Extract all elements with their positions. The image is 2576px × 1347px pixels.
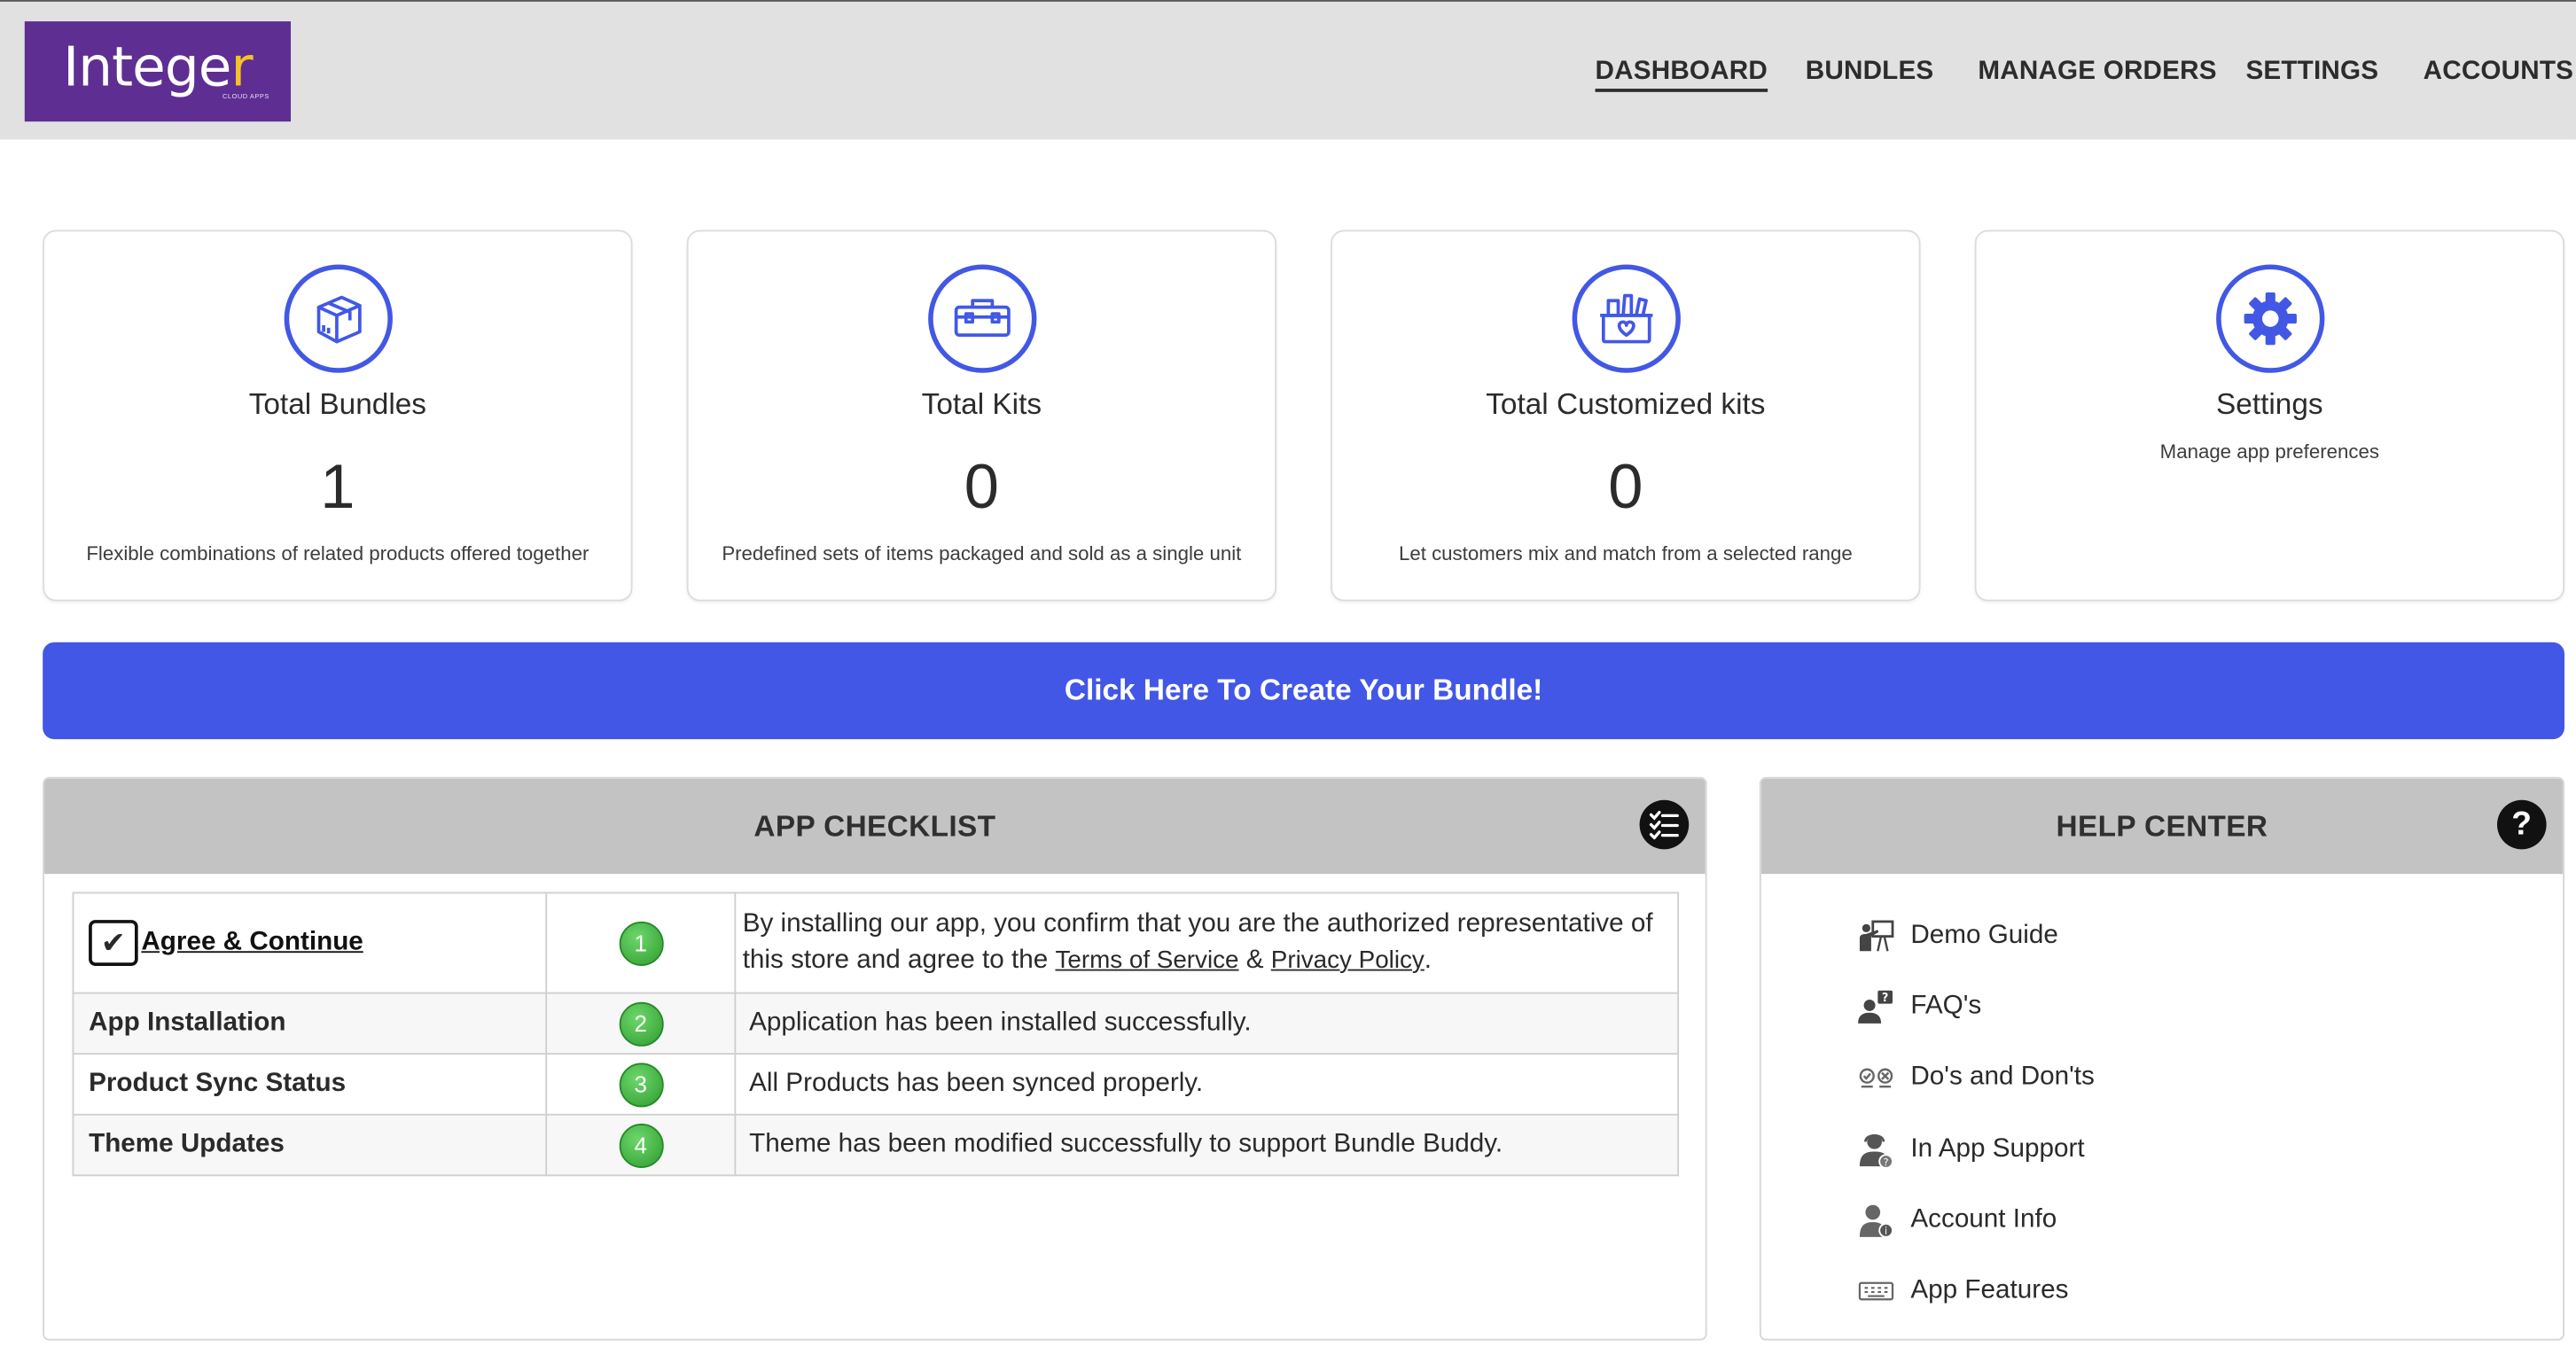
card-title: Total Kits (921, 387, 1042, 421)
agree-text: By installing our app, you confirm that … (734, 892, 1680, 994)
help-item-dos-and-donts[interactable]: Do's and Don'ts (1856, 1042, 2095, 1113)
help-item-label: Do's and Don'ts (1910, 1063, 2095, 1092)
help-item-app-features[interactable]: App Features (1856, 1256, 2095, 1327)
nav-settings[interactable]: SETTINGS (2245, 58, 2378, 87)
card-value: 1 (320, 453, 355, 523)
help-item-label: Account Info (1910, 1205, 2057, 1234)
row-status: Application has been installed successfu… (734, 992, 1680, 1055)
main-nav: DASHBOARD BUNDLES MANAGE ORDERS SETTINGS… (0, 58, 2576, 94)
step-badge: 1 (618, 920, 663, 966)
card-description: Let customers mix and match from a selec… (1398, 541, 1853, 565)
row-label: Product Sync Status (72, 1053, 548, 1116)
checklist-table: ✔ Agree & Continue 1 By installing our ap… (72, 892, 1680, 1177)
nav-manage-orders[interactable]: MANAGE ORDERS (1978, 58, 2216, 87)
step-badge: 3 (618, 1062, 663, 1107)
help-item-in-app-support[interactable]: ? In App Support (1856, 1114, 2095, 1185)
nav-accounts[interactable]: ACCOUNTS (2424, 58, 2574, 87)
faq-person-icon: ? (1856, 987, 1895, 1026)
svg-text:i: i (1885, 1226, 1887, 1237)
help-center-list: Demo Guide ? FAQ's Do's and Don'ts ? In … (1856, 900, 2095, 1328)
card-title: Settings (2216, 387, 2323, 421)
agree-checkbox[interactable]: ✔ (89, 920, 138, 966)
agree-continue-link[interactable]: Agree & Continue (141, 928, 363, 956)
top-navigation-bar: Integer CLOUD APPS DASHBOARD BUNDLES MAN… (0, 0, 2576, 140)
table-row: Theme Updates 4 Theme has been modified … (72, 1113, 1680, 1177)
row-label: Theme Updates (72, 1113, 548, 1177)
help-item-label: App Features (1910, 1276, 2069, 1305)
card-settings[interactable]: Settings Manage app preferences (1974, 230, 2565, 602)
app-checklist-header: APP CHECKLIST (44, 778, 1706, 875)
gear-icon (2215, 264, 2324, 373)
card-title: Total Bundles (248, 387, 426, 421)
card-value: 0 (964, 453, 999, 523)
table-row: ✔ Agree & Continue 1 By installing our ap… (72, 892, 1680, 994)
panel-title: APP CHECKLIST (753, 808, 996, 843)
card-description: Predefined sets of items packaged and so… (722, 541, 1242, 565)
question-icon[interactable]: ? (2497, 799, 2547, 850)
row-status: Theme has been modified successfully to … (734, 1113, 1680, 1177)
nav-bundles[interactable]: BUNDLES (1806, 58, 1934, 87)
help-item-faqs[interactable]: ? FAQ's (1856, 971, 2095, 1042)
svg-text:?: ? (1884, 1156, 1889, 1168)
card-total-kits[interactable]: Total Kits 0 Predefined sets of items pa… (686, 230, 1277, 602)
app-checklist-panel: APP CHECKLIST ✔ Agree & Continue 1 By in… (43, 776, 1707, 1341)
box-icon (283, 264, 393, 373)
agree-cell: ✔ Agree & Continue (72, 892, 548, 994)
toolbox-icon (927, 264, 1036, 373)
table-row: Product Sync Status 3 All Products has b… (72, 1053, 1680, 1116)
card-description: Flexible combinations of related product… (86, 541, 589, 565)
account-info-icon: i (1856, 1201, 1895, 1240)
create-bundle-button[interactable]: Click Here To Create Your Bundle! (43, 642, 2565, 740)
svg-text:?: ? (1882, 992, 1889, 1005)
help-item-label: Demo Guide (1910, 921, 2058, 949)
support-agent-icon: ? (1856, 1129, 1895, 1169)
card-subtitle: Manage app preferences (2159, 440, 2379, 463)
row-status: All Products has been synced properly. (734, 1053, 1680, 1116)
features-keyboard-icon (1856, 1272, 1895, 1311)
nav-dashboard[interactable]: DASHBOARD (1595, 58, 1768, 92)
dos-donts-icon (1856, 1058, 1895, 1097)
help-item-label: In App Support (1910, 1134, 2085, 1163)
help-item-demo-guide[interactable]: Demo Guide (1856, 900, 2095, 971)
card-value: 0 (1608, 453, 1643, 523)
privacy-policy-link[interactable]: Privacy Policy (1271, 946, 1425, 975)
card-total-customized-kits[interactable]: Total Customized kits 0 Let customers mi… (1331, 230, 1921, 602)
terms-of-service-link[interactable]: Terms of Service (1055, 946, 1238, 975)
card-title: Total Customized kits (1486, 387, 1766, 421)
help-center-header: HELP CENTER ? (1760, 778, 2564, 875)
checklist-icon[interactable] (1639, 799, 1690, 850)
panel-title: HELP CENTER (2056, 808, 2268, 843)
table-row: App Installation 2 Application has been … (72, 992, 1680, 1055)
help-item-label: FAQ's (1910, 992, 1982, 1021)
row-label: App Installation (72, 992, 548, 1055)
card-total-bundles[interactable]: Total Bundles 1 Flexible combinations of… (43, 230, 633, 602)
step-badge: 2 (618, 1001, 663, 1046)
gift-basket-icon (1571, 264, 1680, 373)
help-center-panel: HELP CENTER ? Demo Guide ? FAQ's Do's an… (1759, 776, 2565, 1341)
help-item-account-info[interactable]: i Account Info (1856, 1185, 2095, 1256)
step-badge: 4 (618, 1123, 663, 1168)
presenter-icon (1856, 916, 1895, 955)
